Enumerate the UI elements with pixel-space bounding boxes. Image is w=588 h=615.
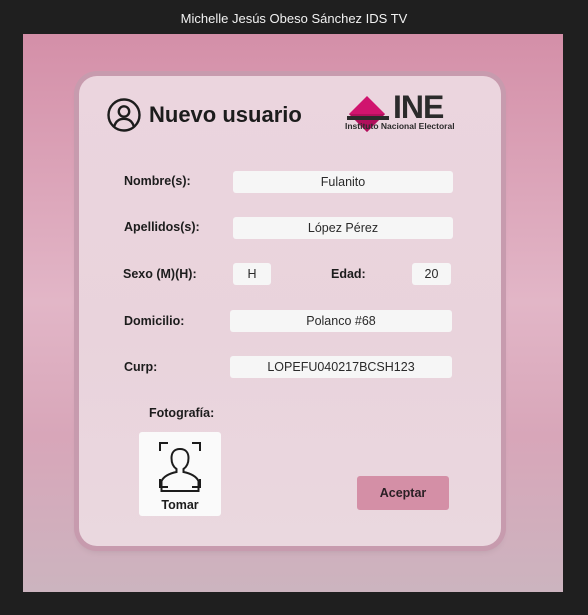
window-title: Michelle Jesús Obeso Sánchez IDS TV xyxy=(180,11,408,26)
nombre-field[interactable]: Fulanito xyxy=(233,171,453,193)
sexo-field[interactable]: H xyxy=(233,263,271,285)
page-title: Nuevo usuario xyxy=(149,102,302,127)
take-photo-label: Tomar xyxy=(161,498,199,512)
edad-field[interactable]: 20 xyxy=(412,263,451,285)
accept-button[interactable]: Aceptar xyxy=(357,476,449,510)
ine-logo-text: INE xyxy=(393,89,444,125)
apellidos-field[interactable]: López Pérez xyxy=(233,217,453,239)
nombre-label: Nombre(s): xyxy=(124,174,191,188)
take-photo-button[interactable]: Tomar xyxy=(139,432,221,516)
curp-label: Curp: xyxy=(124,360,158,374)
sexo-label: Sexo (M)(H): xyxy=(123,267,197,281)
domicilio-field[interactable]: Polanco #68 xyxy=(230,310,452,332)
edad-label: Edad: xyxy=(331,267,366,281)
apellidos-label: Apellidos(s): xyxy=(124,220,200,234)
foto-label: Fotografía: xyxy=(149,406,215,420)
new-user-card: Nuevo usuario INE Instituto Nacional Ele… xyxy=(79,76,501,546)
curp-field[interactable]: LOPEFU040217BCSH123 xyxy=(230,356,452,378)
ine-logo-subtitle: Instituto Nacional Electoral xyxy=(345,121,455,131)
camera-portrait-icon xyxy=(159,442,201,492)
domicilio-label: Domicilio: xyxy=(124,314,185,328)
user-circle-icon xyxy=(107,98,141,132)
app-frame: Nuevo usuario INE Instituto Nacional Ele… xyxy=(23,34,563,592)
